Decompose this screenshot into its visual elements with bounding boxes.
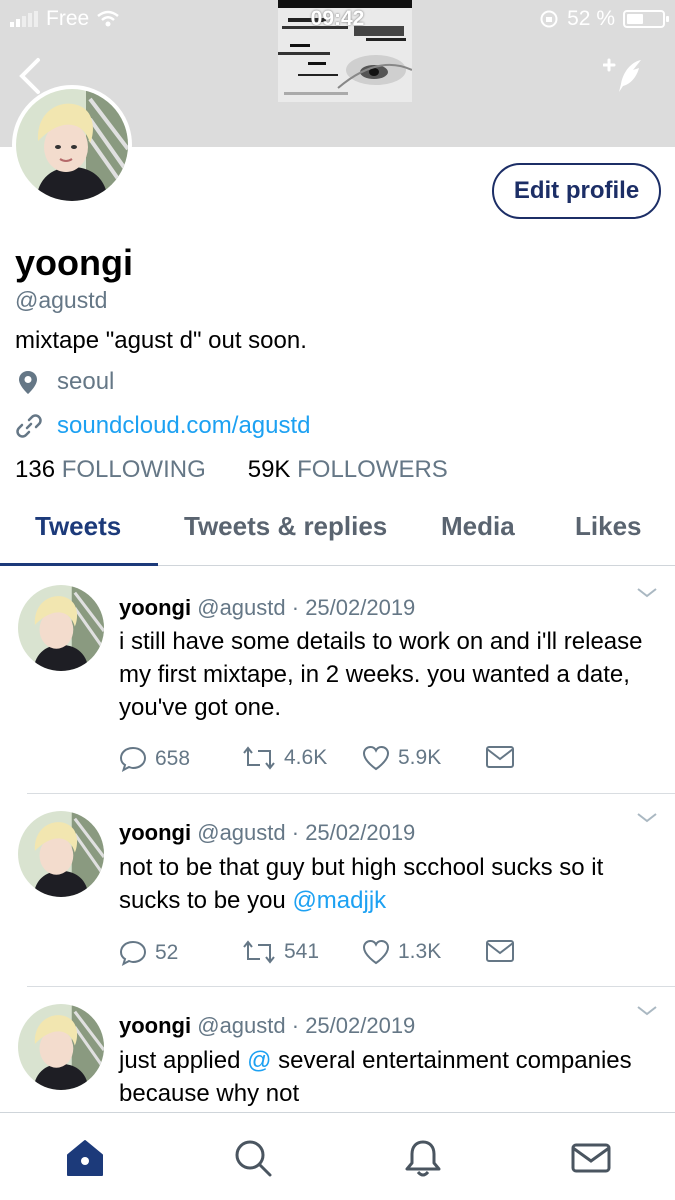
back-button[interactable] <box>12 56 48 96</box>
profile-avatar[interactable] <box>12 85 132 205</box>
profile-location: seoul <box>15 368 114 396</box>
tweet-text-body: just applied <box>119 1047 248 1074</box>
tweet-text-body: i still have some details to work on and… <box>119 628 643 721</box>
dm-button[interactable] <box>485 745 515 769</box>
retweet-count: 541 <box>284 940 320 963</box>
compose-button[interactable] <box>602 56 647 96</box>
tab-tweets[interactable]: Tweets <box>35 511 121 542</box>
tweet-date: · 25/02/2019 <box>291 1013 416 1038</box>
battery-icon <box>623 10 669 28</box>
chevron-down-icon[interactable] <box>635 810 659 826</box>
retweet-icon <box>243 746 275 770</box>
following-count: 136 <box>15 456 56 483</box>
tab-likes[interactable]: Likes <box>575 511 642 542</box>
dm-button[interactable] <box>485 939 515 963</box>
reply-icon <box>119 746 147 773</box>
search-icon <box>235 1140 272 1177</box>
tweet[interactable]: yoongi @agustd · 25/02/2019 i still have… <box>0 567 675 793</box>
profile-tabs: Tweets Tweets & replies Media Likes <box>0 496 675 566</box>
tweet-author-name: yoongi <box>119 820 192 845</box>
tweet-actions: 52 541 1.3K <box>119 939 639 969</box>
followers-label: FOLLOWERS <box>297 456 448 483</box>
tweet-author-name: yoongi <box>119 595 192 620</box>
profile-link[interactable]: soundcloud.com/agustd <box>15 412 311 440</box>
location-text: seoul <box>57 368 115 395</box>
like-button[interactable]: 5.9K <box>362 745 441 771</box>
envelope-icon <box>486 746 514 768</box>
reply-count: 52 <box>155 941 179 964</box>
tweet-text: just applied @ several entertainment com… <box>119 1044 649 1110</box>
compose-feather-icon <box>602 58 641 92</box>
active-tab-indicator <box>0 563 158 566</box>
reply-count: 658 <box>155 747 191 770</box>
retweet-button[interactable]: 4.6K <box>242 745 327 771</box>
bottom-navigation <box>0 1112 675 1200</box>
like-count: 5.9K <box>398 746 442 769</box>
like-button[interactable]: 1.3K <box>362 939 441 965</box>
chevron-down-icon[interactable] <box>635 1003 659 1019</box>
tweet-author-name: yoongi <box>119 1013 192 1038</box>
profile-handle: @agustd <box>15 287 108 313</box>
reply-icon <box>119 940 147 967</box>
link-icon <box>16 414 42 438</box>
retweet-icon <box>243 940 275 964</box>
followers-count: 59K <box>247 456 291 483</box>
following-stat[interactable]: 136 FOLLOWING <box>15 456 206 484</box>
heart-icon <box>362 939 390 965</box>
nav-messages[interactable] <box>570 1137 612 1179</box>
tweet-avatar[interactable] <box>18 585 104 671</box>
tweet-author-handle: @agustd <box>197 1013 286 1038</box>
reply-button[interactable]: 658 <box>119 745 190 773</box>
tab-tweets-replies[interactable]: Tweets & replies <box>184 511 387 542</box>
tweet-header: yoongi @agustd · 25/02/2019 <box>119 595 415 621</box>
heart-icon <box>362 745 390 771</box>
tweet-date: · 25/02/2019 <box>291 595 416 620</box>
like-count: 1.3K <box>398 940 442 963</box>
nav-search[interactable] <box>232 1137 274 1179</box>
retweet-count: 4.6K <box>284 746 328 769</box>
bell-icon <box>405 1140 441 1177</box>
profile-display-name: yoongi <box>15 242 133 283</box>
status-bar: Free 09:42 52 % <box>0 0 675 38</box>
tweet[interactable]: yoongi @agustd · 25/02/2019 just applied… <box>0 987 675 1112</box>
orientation-lock-icon <box>540 10 558 28</box>
reply-button[interactable]: 52 <box>119 939 178 967</box>
tweet-text: not to be that guy but high scchool suck… <box>119 851 649 917</box>
battery-percent: 52 % <box>567 7 615 30</box>
envelope-icon <box>486 940 514 962</box>
tweet-author-handle: @agustd <box>197 820 286 845</box>
tweet-avatar[interactable] <box>18 811 104 897</box>
home-icon <box>67 1140 103 1176</box>
retweet-button[interactable]: 541 <box>242 939 319 965</box>
following-label: FOLLOWING <box>61 456 206 483</box>
followers-stat[interactable]: 59K FOLLOWERS <box>248 456 448 484</box>
chevron-down-icon[interactable] <box>635 585 659 601</box>
tweet-avatar[interactable] <box>18 1004 104 1090</box>
nav-notifications[interactable] <box>402 1137 444 1179</box>
tab-media[interactable]: Media <box>441 511 515 542</box>
tweet[interactable]: yoongi @agustd · 25/02/2019 not to be th… <box>0 794 675 986</box>
chevron-left-icon <box>19 58 40 94</box>
nav-home[interactable] <box>64 1137 106 1179</box>
tweet-header: yoongi @agustd · 25/02/2019 <box>119 820 415 846</box>
link-text[interactable]: soundcloud.com/agustd <box>57 412 311 440</box>
edit-profile-button[interactable]: Edit profile <box>492 163 661 219</box>
mail-icon <box>571 1143 611 1173</box>
profile-bio: mixtape "agust d" out soon. <box>15 327 307 354</box>
tweet-author-handle: @agustd <box>197 595 286 620</box>
location-pin-icon <box>19 371 37 394</box>
tweet-text: i still have some details to work on and… <box>119 625 649 724</box>
profile-stats: 136 FOLLOWING 59K FOLLOWERS <box>15 456 448 484</box>
tweet-actions: 658 4.6K 5.9K <box>119 745 639 775</box>
tweet-mention[interactable]: @madjjk <box>292 887 386 914</box>
tweet-mention[interactable]: @ <box>247 1047 271 1074</box>
tweet-header: yoongi @agustd · 25/02/2019 <box>119 1013 415 1039</box>
tweet-date: · 25/02/2019 <box>291 820 416 845</box>
